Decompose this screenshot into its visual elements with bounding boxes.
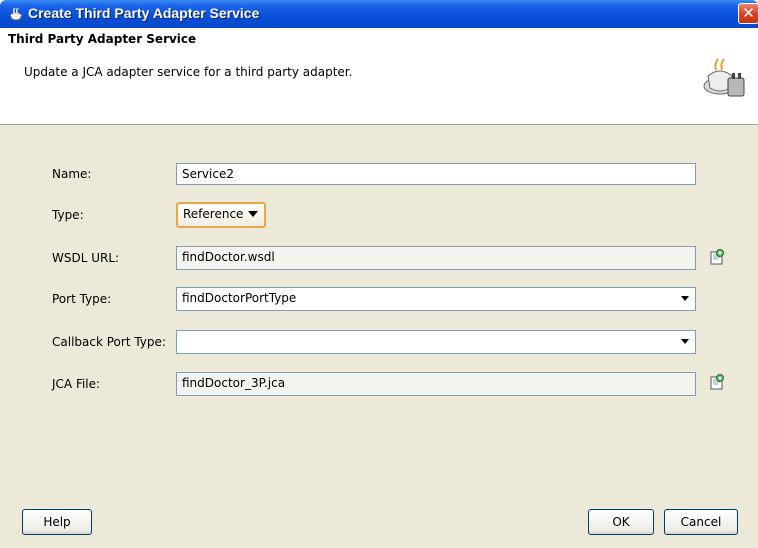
wsdl-url-field[interactable]: findDoctor.wsdl xyxy=(176,246,696,270)
jca-file-field[interactable]: findDoctor_3P.jca xyxy=(176,372,696,396)
app-icon xyxy=(9,7,23,21)
close-button[interactable]: ✕ xyxy=(738,3,758,24)
header-description: Update a JCA adapter service for a third… xyxy=(24,65,353,79)
callback-port-type-dropdown[interactable] xyxy=(176,330,696,354)
ok-button[interactable]: OK xyxy=(588,509,654,535)
chevron-down-icon xyxy=(248,211,258,217)
type-label: Type: xyxy=(52,208,84,222)
browse-wsdl-icon[interactable] xyxy=(708,248,726,266)
chevron-down-icon xyxy=(681,339,689,344)
callback-port-type-label: Callback Port Type: xyxy=(52,335,166,349)
browse-jca-icon[interactable] xyxy=(708,373,726,391)
name-field[interactable]: Service2 xyxy=(176,163,696,185)
help-button[interactable]: Help xyxy=(22,509,92,535)
port-type-value: findDoctorPortType xyxy=(182,291,297,305)
chevron-down-icon xyxy=(681,296,689,301)
header-title: Third Party Adapter Service xyxy=(8,32,197,46)
type-dropdown[interactable]: Reference xyxy=(176,202,266,228)
name-label: Name: xyxy=(52,167,92,181)
wsdl-url-label: WSDL URL: xyxy=(52,251,120,265)
port-type-label: Port Type: xyxy=(52,292,112,306)
close-icon: ✕ xyxy=(742,4,755,22)
jca-file-label: JCA File: xyxy=(52,377,101,391)
title-bar: Create Third Party Adapter Service ✕ xyxy=(0,0,758,28)
adapter-plug-icon xyxy=(703,58,745,97)
window-title: Create Third Party Adapter Service xyxy=(28,5,260,21)
type-value: Reference xyxy=(183,207,244,221)
port-type-dropdown[interactable]: findDoctorPortType xyxy=(176,287,696,311)
cancel-button[interactable]: Cancel xyxy=(664,509,738,535)
